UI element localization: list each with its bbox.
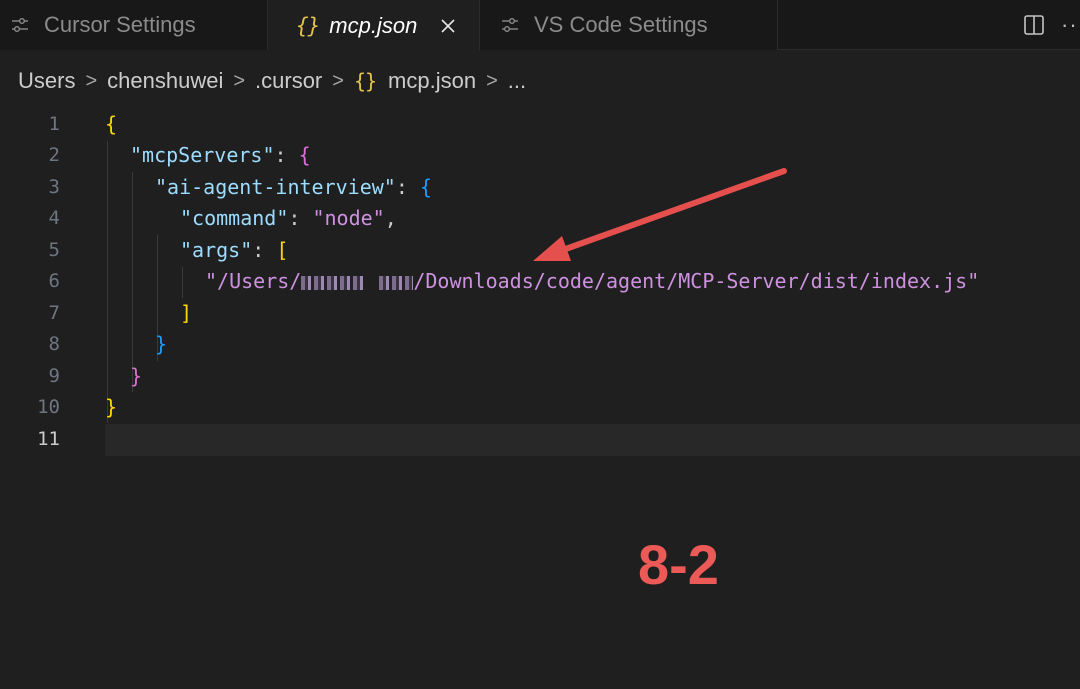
json-key: "ai-agent-interview"	[155, 174, 396, 199]
json-string: "node"	[312, 206, 385, 231]
code-text: }	[105, 395, 117, 419]
json-key: "mcpServers"	[130, 143, 275, 168]
bracket: }	[105, 395, 118, 420]
tab-mcp-json[interactable]: {} mcp.json	[268, 0, 480, 51]
bracket: }	[155, 332, 168, 357]
json-key: "command"	[180, 206, 289, 231]
breadcrumb-item-user[interactable]: chenshuwei	[107, 68, 223, 94]
code-editor[interactable]: 1 { 2 "mcpServers": { 3 "ai-agent-interv…	[0, 108, 1080, 468]
annotation-label: 8-2	[638, 533, 719, 596]
tab-bar: Cursor Settings {} mcp.json VS Code Sett…	[0, 0, 1080, 51]
code-text: "args": [	[180, 238, 288, 262]
line-number: 1	[48, 112, 60, 135]
code-line: 10 }	[0, 392, 1080, 424]
code-line: 11	[0, 423, 1080, 455]
editor-window: Cursor Settings {} mcp.json VS Code Sett…	[0, 0, 1080, 689]
line-number: 8	[48, 333, 60, 356]
code-line: 3 "ai-agent-interview": {	[0, 171, 1080, 203]
code-text: {	[105, 112, 117, 136]
close-icon[interactable]	[439, 17, 457, 35]
settings-sliders-icon	[502, 18, 518, 32]
code-text: }	[130, 364, 142, 388]
json-colon: :	[274, 143, 299, 168]
line-number: 4	[48, 207, 60, 230]
json-colon: :	[395, 174, 420, 199]
breadcrumb-item-symbols[interactable]: ...	[508, 68, 526, 94]
line-number: 6	[48, 270, 60, 293]
bracket: {	[298, 143, 311, 168]
code-text: ]	[180, 301, 192, 325]
json-braces-icon: {}	[353, 69, 377, 93]
code-line: 1 {	[0, 108, 1080, 140]
code-line: 7 ]	[0, 297, 1080, 329]
json-colon: :	[252, 237, 277, 262]
tab-label: VS Code Settings	[534, 12, 708, 37]
code-text: "command": "node",	[180, 206, 397, 230]
json-key: "args"	[180, 237, 253, 262]
line-number: 3	[48, 175, 60, 198]
code-text: }	[155, 332, 167, 356]
code-line: 5 "args": [	[0, 234, 1080, 266]
code-line: 8 }	[0, 329, 1080, 361]
tab-cursor-settings[interactable]: Cursor Settings	[0, 0, 268, 50]
tab-label: Cursor Settings	[44, 12, 196, 37]
code-text: "/Users/ /Downloads/code/agent/MCP-Server…	[205, 269, 979, 293]
code-line: 2 "mcpServers": {	[0, 140, 1080, 172]
bracket: [	[276, 237, 289, 262]
tab-label: mcp.json	[329, 12, 418, 38]
bracket: {	[105, 111, 118, 136]
breadcrumb: Users > chenshuwei > .cursor > {} mcp.js…	[18, 66, 526, 96]
json-string: /Downloads/code/agent/MCP-Server/dist/in…	[413, 269, 980, 294]
code-text: "mcpServers": {	[130, 143, 311, 167]
line-number: 2	[48, 144, 60, 167]
breadcrumb-item-users[interactable]: Users	[18, 68, 75, 94]
bracket: }	[130, 363, 143, 388]
line-number: 7	[48, 301, 60, 324]
breadcrumb-item-file[interactable]: mcp.json	[388, 68, 476, 94]
code-line: 4 "command": "node",	[0, 203, 1080, 235]
bracket: ]	[180, 300, 193, 325]
json-comma: ,	[384, 206, 397, 231]
redacted-text	[301, 275, 364, 290]
line-number: 5	[48, 238, 60, 261]
code-line: 6 "/Users/ /Downloads/code/agent/MCP-Serv…	[0, 266, 1080, 298]
more-actions-icon[interactable]: ···	[1061, 12, 1080, 38]
line-number: 11	[37, 427, 60, 450]
tab-vscode-settings[interactable]: VS Code Settings	[480, 0, 778, 50]
json-string: "/Users/	[205, 269, 302, 294]
breadcrumb-separator: >	[85, 69, 98, 92]
settings-sliders-icon	[12, 18, 28, 32]
bracket: {	[419, 174, 432, 199]
breadcrumb-item-cursor[interactable]: .cursor	[255, 68, 322, 94]
code-text: "ai-agent-interview": {	[155, 175, 432, 199]
split-editor-icon[interactable]	[1023, 14, 1045, 36]
redacted-text	[379, 275, 414, 290]
breadcrumb-separator: >	[486, 69, 498, 92]
editor-actions: ···	[1023, 0, 1080, 50]
json-braces-icon: {}	[296, 13, 320, 38]
line-number: 9	[48, 364, 60, 387]
breadcrumb-separator: >	[332, 69, 344, 92]
json-colon: :	[288, 206, 313, 231]
line-number: 10	[37, 396, 60, 419]
code-line: 9 }	[0, 360, 1080, 392]
breadcrumb-separator: >	[233, 69, 246, 92]
